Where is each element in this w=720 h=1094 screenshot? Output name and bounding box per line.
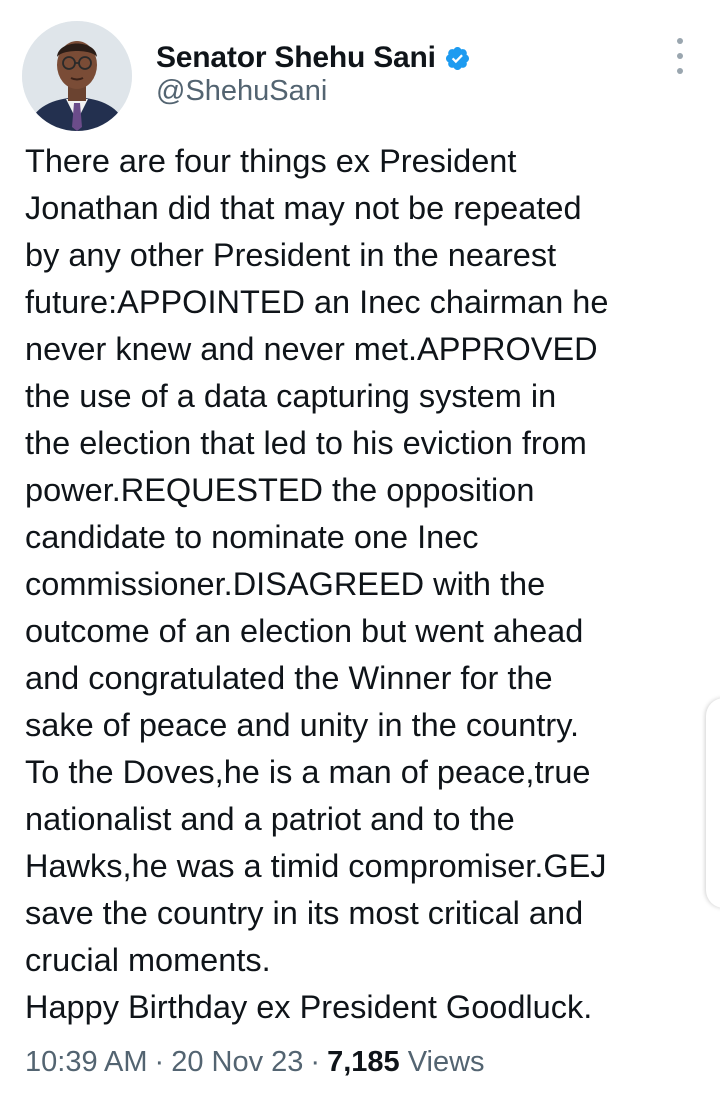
tweet-card: Senator Shehu Sani @ShehuSani There are … bbox=[0, 0, 720, 1094]
menu-dot bbox=[677, 53, 683, 59]
views-label: Views bbox=[407, 1046, 485, 1078]
tweet-text-line: Hawks,he was a timid compromiser.GEJ bbox=[25, 848, 607, 884]
tweet-text-line: Happy Birthday ex President Goodluck. bbox=[25, 989, 593, 1025]
tweet-text-line: and congratulated the Winner for the bbox=[25, 660, 553, 696]
tweet-text-line: crucial moments. bbox=[25, 942, 271, 978]
tweet-text-line: To the Doves,he is a man of peace,true bbox=[25, 754, 591, 790]
menu-dot bbox=[677, 38, 683, 44]
tweet-text-line: power.REQUESTED the opposition bbox=[25, 472, 535, 508]
avatar[interactable] bbox=[22, 21, 132, 131]
tweet-text-line: Jonathan did that may not be repeated bbox=[25, 190, 582, 226]
meta-separator: · bbox=[154, 1046, 165, 1078]
more-vertical-icon[interactable] bbox=[664, 38, 696, 74]
overlay-edge-panel[interactable] bbox=[706, 698, 720, 908]
views-count: 7,185 bbox=[327, 1046, 400, 1078]
tweet-text-line: future:APPOINTED an Inec chairman he bbox=[25, 284, 609, 320]
tweet-meta: 10:39 AM · 20 Nov 23 · 7,185 Views bbox=[25, 1040, 485, 1084]
tweet-text: There are four things ex President Jonat… bbox=[25, 138, 705, 1031]
meta-separator: · bbox=[310, 1046, 321, 1078]
author-name-row[interactable]: Senator Shehu Sani bbox=[156, 38, 471, 78]
verified-badge-icon bbox=[444, 45, 471, 72]
tweet-text-line: the election that led to his eviction fr… bbox=[25, 425, 587, 461]
tweet-text-line: save the country in its most critical an… bbox=[25, 895, 584, 931]
tweet-text-line: nationalist and a patriot and to the bbox=[25, 801, 515, 837]
menu-dot bbox=[677, 68, 683, 74]
tweet-date[interactable]: 20 Nov 23 bbox=[171, 1046, 303, 1078]
tweet-time[interactable]: 10:39 AM bbox=[25, 1046, 148, 1078]
avatar-image bbox=[22, 21, 132, 131]
tweet-text-line: the use of a data capturing system in bbox=[25, 378, 557, 414]
tweet-text-line: sake of peace and unity in the country. bbox=[25, 707, 580, 743]
tweet-text-line: by any other President in the nearest bbox=[25, 237, 557, 273]
tweet-text-line: There are four things ex President bbox=[25, 143, 517, 179]
tweet-text-line: commissioner.DISAGREED with the bbox=[25, 566, 546, 602]
author-display-name[interactable]: Senator Shehu Sani bbox=[156, 41, 436, 75]
tweet-text-line: candidate to nominate one Inec bbox=[25, 519, 479, 555]
author-handle[interactable]: @ShehuSani bbox=[156, 75, 327, 108]
tweet-text-line: never knew and never met.APPROVED bbox=[25, 331, 598, 367]
tweet-text-line: outcome of an election but went ahead bbox=[25, 613, 584, 649]
